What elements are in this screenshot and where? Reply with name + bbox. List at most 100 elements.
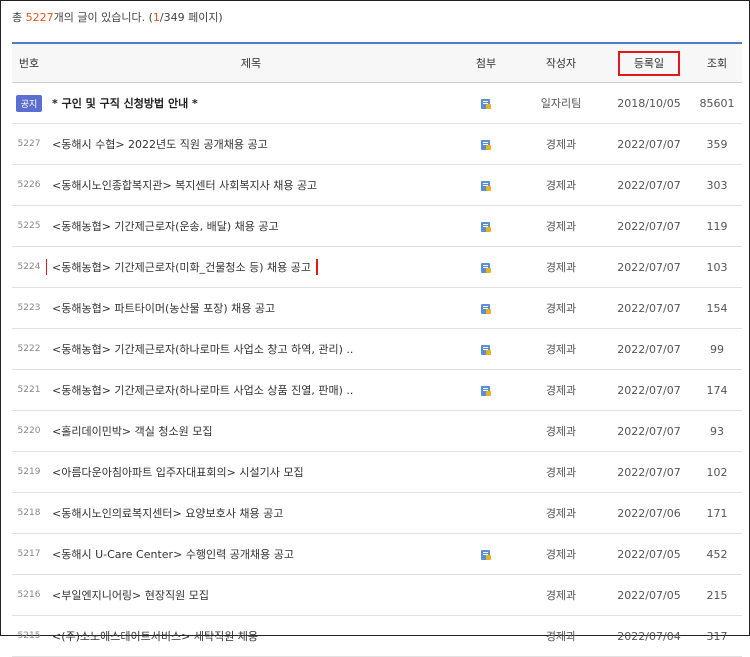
post-title-link[interactable]: <동해농협> 기간제근로자(하나로마트 사업소 상품 진열, 판매) .. bbox=[46, 382, 456, 398]
post-attachment-cell bbox=[456, 220, 516, 233]
notice-author: 일자리팀 bbox=[540, 97, 582, 110]
post-author: 경제과 bbox=[545, 548, 577, 561]
post-number: 5220 bbox=[17, 426, 41, 436]
post-number: 5216 bbox=[17, 590, 41, 600]
post-author: 경제과 bbox=[545, 302, 577, 315]
attachment-icon[interactable] bbox=[480, 221, 492, 233]
post-views: 215 bbox=[706, 588, 728, 602]
notice-row[interactable]: 공지 * 구인 및 구직 신청방법 안내 * 일자리팀 2018/10/05 8… bbox=[12, 83, 742, 124]
post-title-link[interactable]: <동해농협> 기간제근로자(하나로마트 사업소 창고 하역, 관리) .. bbox=[46, 341, 456, 357]
notice-badge-cell: 공지 bbox=[12, 94, 46, 112]
post-author: 경제과 bbox=[545, 138, 577, 151]
post-date: 2022/07/06 bbox=[617, 506, 681, 520]
post-count-summary: 총 5227개의 글이 있습니다. (1/349 페이지) bbox=[12, 11, 223, 24]
job-board-table: 번호 제목 첨부 작성자 등록일 조회 공지 * 구인 및 구직 신청방법 안내… bbox=[12, 42, 742, 657]
post-date: 2022/07/07 bbox=[617, 301, 681, 315]
column-header-date[interactable]: 등록일 bbox=[606, 51, 692, 76]
post-title-link[interactable]: <동해시노인의료복지센터> 요양보호사 채용 공고 bbox=[46, 505, 456, 521]
post-date: 2022/07/04 bbox=[617, 629, 681, 643]
column-header-author[interactable]: 작성자 bbox=[516, 55, 606, 71]
attachment-icon[interactable] bbox=[480, 98, 492, 110]
post-number: 5218 bbox=[17, 508, 41, 518]
post-author: 경제과 bbox=[545, 220, 577, 233]
post-title-link[interactable]: <동해시 U-Care Center> 수행인력 공개채용 공고 bbox=[46, 546, 456, 562]
post-title-link[interactable]: <부일엔지니어링> 현장직원 모집 bbox=[46, 587, 456, 603]
column-header-attachment[interactable]: 첨부 bbox=[456, 55, 516, 71]
post-date: 2022/07/07 bbox=[617, 342, 681, 356]
post-views: 359 bbox=[706, 137, 728, 151]
attachment-icon[interactable] bbox=[480, 344, 492, 356]
post-attachment-cell bbox=[456, 261, 516, 274]
column-header-number[interactable]: 번호 bbox=[12, 55, 46, 71]
post-attachment-cell bbox=[456, 302, 516, 315]
post-attachment-cell bbox=[456, 138, 516, 151]
notice-date: 2018/10/05 bbox=[617, 96, 681, 110]
date-header-highlight: 등록일 bbox=[617, 51, 681, 76]
column-header-title[interactable]: 제목 bbox=[46, 55, 456, 71]
post-author: 경제과 bbox=[545, 343, 577, 356]
post-date: 2022/07/07 bbox=[617, 178, 681, 192]
post-title-link[interactable]: <(주)소노에스테이트서비스> 세탁직원 채용 bbox=[46, 628, 456, 644]
post-title-cell: <동해농협> 기간제근로자(미화_건물청소 등) 채용 공고 bbox=[46, 259, 456, 275]
post-attachment-cell bbox=[456, 548, 516, 561]
post-views: 119 bbox=[706, 219, 728, 233]
post-number: 5217 bbox=[17, 549, 41, 559]
attachment-icon[interactable] bbox=[480, 139, 492, 151]
post-date: 2022/07/05 bbox=[617, 588, 681, 602]
table-row[interactable]: 5220 <홀리데이민박> 객실 청소원 모집 경제과 2022/07/07 93 bbox=[12, 411, 742, 452]
post-date: 2022/07/05 bbox=[617, 547, 681, 561]
attachment-icon[interactable] bbox=[480, 549, 492, 561]
post-number: 5226 bbox=[17, 180, 41, 190]
post-title-link[interactable]: <동해농협> 기간제근로자(운송, 배달) 채용 공고 bbox=[46, 218, 456, 234]
post-author: 경제과 bbox=[545, 261, 577, 274]
table-row[interactable]: 5218 <동해시노인의료복지센터> 요양보호사 채용 공고 경제과 2022/07/… bbox=[12, 493, 742, 534]
table-row[interactable]: 5221 <동해농협> 기간제근로자(하나로마트 사업소 상품 진열, 판매) .… bbox=[12, 370, 742, 411]
post-views: 171 bbox=[706, 506, 728, 520]
post-attachment-cell bbox=[456, 343, 516, 356]
table-row[interactable]: 5219 <아름다운아침아파트 입주자대표회의> 시설기사 모집 경제과 2022/0… bbox=[12, 452, 742, 493]
post-views: 102 bbox=[706, 465, 728, 479]
post-title-link[interactable]: <동해농협> 파트타이머(농산물 포장) 채용 공고 bbox=[46, 300, 456, 316]
post-date: 2022/07/07 bbox=[617, 383, 681, 397]
post-date: 2022/07/07 bbox=[617, 219, 681, 233]
attachment-icon[interactable] bbox=[480, 385, 492, 397]
post-title-link[interactable]: <아름다운아침아파트 입주자대표회의> 시설기사 모집 bbox=[46, 464, 456, 480]
post-number: 5227 bbox=[17, 139, 41, 149]
notice-title-link[interactable]: * 구인 및 구직 신청방법 안내 * bbox=[46, 95, 456, 111]
table-row[interactable]: 5225 <동해농협> 기간제근로자(운송, 배달) 채용 공고 경제과 2022/0… bbox=[12, 206, 742, 247]
post-views: 154 bbox=[706, 301, 728, 315]
table-row[interactable]: 5215 <(주)소노에스테이트서비스> 세탁직원 채용 경제과 2022/07/04… bbox=[12, 616, 742, 657]
post-views: 303 bbox=[706, 178, 728, 192]
table-row[interactable]: 5222 <동해농협> 기간제근로자(하나로마트 사업소 창고 하역, 관리) .… bbox=[12, 329, 742, 370]
post-author: 경제과 bbox=[545, 384, 577, 397]
table-row[interactable]: 5217 <동해시 U-Care Center> 수행인력 공개채용 공고 경제과 2… bbox=[12, 534, 742, 575]
post-number: 5224 bbox=[17, 262, 41, 272]
table-row[interactable]: 5224 <동해농협> 기간제근로자(미화_건물청소 등) 채용 공고 경제과 202… bbox=[12, 247, 742, 288]
table-row[interactable]: 5227 <동해시 수협> 2022년도 직원 공개채용 공고 경제과 2022/07… bbox=[12, 124, 742, 165]
post-views: 103 bbox=[706, 260, 728, 274]
attachment-icon[interactable] bbox=[480, 180, 492, 192]
post-views: 99 bbox=[710, 342, 724, 356]
post-title-link[interactable]: <동해시 수협> 2022년도 직원 공개채용 공고 bbox=[46, 136, 456, 152]
column-header-views[interactable]: 조회 bbox=[692, 55, 742, 71]
post-date: 2022/07/07 bbox=[617, 260, 681, 274]
post-number: 5225 bbox=[17, 221, 41, 231]
table-row[interactable]: 5216 <부일엔지니어링> 현장직원 모집 경제과 2022/07/05 215 bbox=[12, 575, 742, 616]
post-author: 경제과 bbox=[545, 630, 577, 643]
post-number: 5219 bbox=[17, 467, 41, 477]
post-title-link[interactable]: <동해시노인종합복지관> 복지센터 사회복지사 채용 공고 bbox=[46, 177, 456, 193]
notice-badge: 공지 bbox=[15, 94, 43, 112]
post-date: 2022/07/07 bbox=[617, 137, 681, 151]
post-title-link[interactable]: <홀리데이민박> 객실 청소원 모집 bbox=[46, 423, 456, 439]
table-row[interactable]: 5223 <동해농협> 파트타이머(농산물 포장) 채용 공고 경제과 2022/07… bbox=[12, 288, 742, 329]
post-attachment-cell bbox=[456, 384, 516, 397]
post-date: 2022/07/07 bbox=[617, 465, 681, 479]
post-author: 경제과 bbox=[545, 507, 577, 520]
attachment-icon[interactable] bbox=[480, 303, 492, 315]
table-row[interactable]: 5226 <동해시노인종합복지관> 복지센터 사회복지사 채용 공고 경제과 2022… bbox=[12, 165, 742, 206]
post-attachment-cell bbox=[456, 179, 516, 192]
post-views: 93 bbox=[710, 424, 724, 438]
post-date: 2022/07/07 bbox=[617, 424, 681, 438]
highlighted-post-title[interactable]: <동해농협> 기간제근로자(미화_건물청소 등) 채용 공고 bbox=[46, 259, 319, 275]
attachment-icon[interactable] bbox=[480, 262, 492, 274]
